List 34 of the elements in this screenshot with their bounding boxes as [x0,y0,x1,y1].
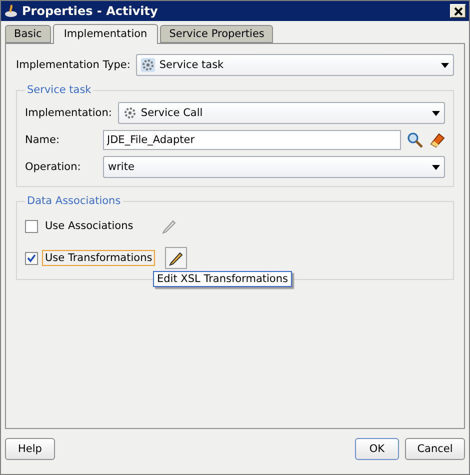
edit-button[interactable] [165,247,188,269]
caret-icon [432,164,440,170]
field-label: Operation: [25,161,82,173]
window-title: Properties - Activity [22,4,159,18]
help-button[interactable]: Help [5,438,55,460]
close-icon [454,6,462,16]
dropdown[interactable]: Service Call [118,102,445,124]
tab[interactable]: Service Properties [160,25,274,43]
search-icon[interactable] [407,132,423,148]
close-button[interactable] [450,4,466,18]
pencil-icon [161,218,178,234]
pencil-icon [168,250,184,266]
implementation-type-select[interactable]: Service task [136,54,454,76]
caret-icon [441,62,449,68]
gear-icon [122,106,137,120]
checkbox[interactable] [25,220,38,232]
checkbox[interactable] [25,252,38,264]
tab[interactable]: Basic [5,25,51,43]
tab[interactable]: Implementation [52,24,158,44]
group-title: Service task [26,84,92,96]
tooltip: Edit XSL Transformations [153,271,292,287]
eraser-icon[interactable] [429,132,445,148]
caret-icon [432,110,440,116]
checkbox-label: Use Transformations [42,250,156,266]
field-label: Implementation Type: [16,59,130,71]
group-title: Data Associations [26,195,122,207]
cancel-button[interactable]: Cancel [405,438,465,460]
gear-icon [141,58,156,72]
field-label: Implementation: [25,107,112,119]
checkbox-label: Use Associations [44,219,134,234]
app-icon [4,4,18,18]
ok-button[interactable]: OK [355,438,399,460]
dropdown[interactable]: write [103,156,445,178]
field-label: Name: [25,134,61,146]
